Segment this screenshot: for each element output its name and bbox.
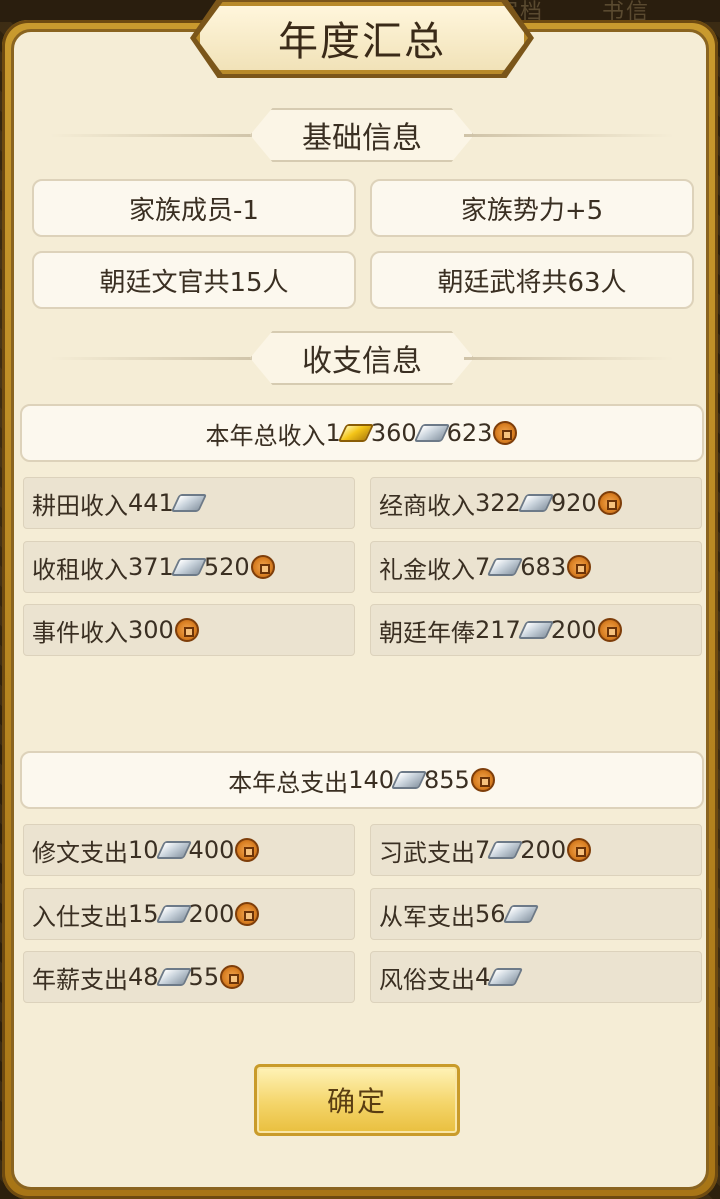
basic-info-military-generals: 朝廷武将共63人 — [370, 251, 694, 309]
income-item-copper: 920 — [550, 489, 597, 517]
income-item-label: 经商收入 — [379, 491, 475, 520]
income-item-copper: 200 — [550, 616, 597, 644]
expense-item-label: 从军支出 — [379, 902, 475, 931]
income-item-copper: 683 — [520, 553, 567, 581]
silver-ingot-icon — [170, 494, 208, 512]
expense-item-silver: 4 — [475, 963, 491, 991]
dialog-title: 年度汇总 — [278, 19, 446, 65]
basic-info-civil-officials: 朝廷文官共15人 — [32, 251, 356, 309]
copper-coin-icon — [493, 421, 518, 445]
expense-item-silver: 48 — [128, 963, 159, 991]
expense-item-label: 入仕支出 — [32, 902, 128, 931]
income-total-label: 本年总收入 — [205, 421, 326, 450]
income-item-label: 朝廷年俸 — [379, 618, 475, 647]
income-item-copper: 300 — [128, 616, 174, 644]
income-item-silver: 7 — [475, 553, 491, 581]
divider-line — [464, 134, 674, 137]
silver-ingot-icon — [502, 905, 539, 923]
income-item-label: 耕田收入 — [32, 491, 128, 520]
expense-item-copper: 55 — [188, 963, 220, 991]
expense-item-silver: 15 — [128, 900, 159, 928]
silver-ingot-icon — [517, 621, 555, 639]
copper-coin-icon — [567, 555, 592, 579]
income-total-copper: 623 — [446, 419, 493, 447]
expense-total-bar: 本年总支出 140 855 — [20, 751, 704, 809]
expense-item: 入仕支出 15 200 — [23, 888, 355, 940]
income-item-label: 事件收入 — [32, 618, 128, 647]
income-item-silver: 371 — [128, 553, 174, 581]
section-header-finance: 收支信息 — [50, 331, 674, 385]
income-item: 事件收入 300 — [23, 604, 355, 656]
silver-ingot-icon — [517, 494, 555, 512]
expense-item-label: 风俗支出 — [379, 965, 475, 994]
income-item: 礼金收入 7 683 — [370, 541, 702, 593]
expense-item-silver: 10 — [128, 836, 159, 864]
silver-ingot-icon — [170, 558, 208, 576]
section-title-basic: 基础信息 — [250, 108, 474, 162]
silver-ingot-icon — [413, 424, 450, 442]
income-item-copper: 520 — [203, 553, 250, 581]
expense-item-copper: 400 — [188, 836, 235, 864]
copper-coin-icon — [220, 965, 245, 989]
expense-item-label: 习武支出 — [379, 838, 475, 867]
income-item-silver: 322 — [475, 489, 521, 517]
expense-total-copper: 855 — [424, 766, 470, 794]
income-total-gold: 1 — [325, 419, 341, 447]
silver-ingot-icon — [155, 905, 192, 923]
income-item: 经商收入 322 920 — [370, 477, 702, 529]
copper-coin-icon — [250, 555, 275, 579]
section-header-basic: 基础信息 — [50, 108, 674, 162]
silver-ingot-icon — [487, 558, 524, 576]
basic-info-family-members: 家族成员-1 — [32, 179, 356, 237]
expense-item: 年薪支出 48 55 — [23, 951, 355, 1003]
copper-coin-icon — [597, 618, 622, 642]
income-item-label: 收租收入 — [32, 555, 128, 584]
copper-coin-icon — [597, 491, 622, 515]
basic-info-family-power: 家族势力+5 — [370, 179, 694, 237]
section-title-finance: 收支信息 — [250, 331, 474, 385]
income-total-silver: 360 — [370, 419, 417, 447]
silver-ingot-icon — [390, 771, 428, 789]
divider-line — [464, 357, 674, 360]
gold-ingot-icon — [337, 424, 375, 442]
silver-ingot-icon — [487, 968, 524, 986]
income-item-silver: 441 — [128, 489, 174, 517]
expense-item-silver: 7 — [475, 836, 491, 864]
copper-coin-icon — [235, 902, 260, 926]
copper-coin-icon — [235, 838, 260, 862]
expense-item: 风俗支出 4 — [370, 951, 702, 1003]
divider-line — [50, 357, 260, 360]
expense-item-copper: 200 — [188, 900, 235, 928]
divider-line — [50, 134, 260, 137]
title-plaque: 年度汇总 — [196, 2, 528, 74]
expense-item-label: 年薪支出 — [32, 965, 128, 994]
silver-ingot-icon — [155, 841, 192, 859]
expense-total-silver: 140 — [348, 766, 394, 794]
income-item: 收租收入 371 520 — [23, 541, 355, 593]
copper-coin-icon — [174, 618, 199, 642]
income-item: 耕田收入 441 — [23, 477, 355, 529]
income-item: 朝廷年俸 217 200 — [370, 604, 702, 656]
income-item-label: 礼金收入 — [379, 555, 475, 584]
copper-coin-icon — [470, 768, 495, 792]
expense-item: 从军支出 56 — [370, 888, 702, 940]
expense-total-label: 本年总支出 — [228, 768, 349, 797]
expense-item-label: 修文支出 — [32, 838, 128, 867]
expense-item-copper: 200 — [520, 836, 567, 864]
copper-coin-icon — [567, 838, 592, 862]
expense-item: 修文支出 10 400 — [23, 824, 355, 876]
income-item-silver: 217 — [475, 616, 521, 644]
confirm-button[interactable]: 确定 — [254, 1064, 460, 1136]
silver-ingot-icon — [155, 968, 192, 986]
income-total-bar: 本年总收入 1 360 623 — [20, 404, 704, 462]
expense-item: 习武支出 7 200 — [370, 824, 702, 876]
silver-ingot-icon — [487, 841, 524, 859]
expense-item-silver: 56 — [475, 900, 506, 928]
